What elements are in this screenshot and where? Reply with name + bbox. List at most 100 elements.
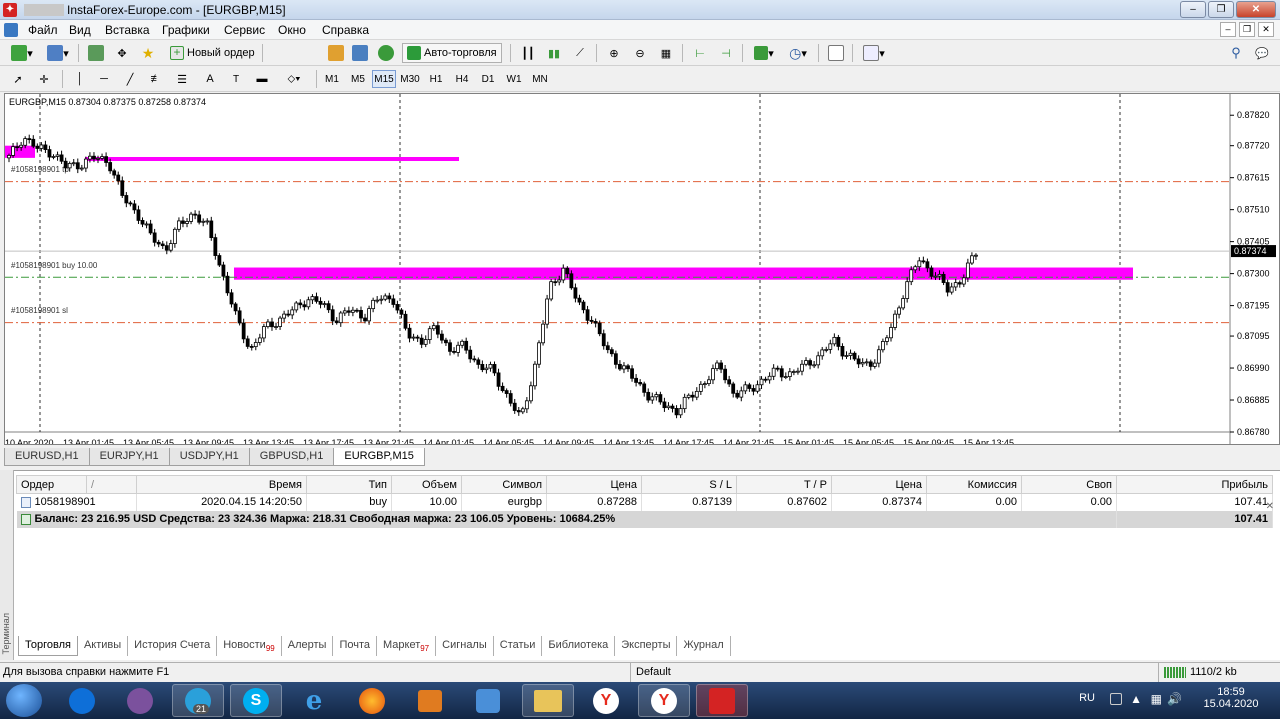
viber-icon[interactable] xyxy=(114,684,166,717)
tf-w1[interactable]: W1 xyxy=(502,70,526,88)
clock[interactable]: 18:59 15.04.2020 xyxy=(1196,686,1266,710)
menu-insert[interactable]: Вставка xyxy=(105,23,150,37)
candlestick-chart-icon[interactable]: ▮▮ xyxy=(544,44,564,62)
tab-journal[interactable]: Журнал xyxy=(677,636,731,656)
new-chart-icon[interactable]: ▾ xyxy=(8,44,36,62)
cursor-icon[interactable]: ➚ xyxy=(10,70,26,88)
col-type[interactable]: Тип xyxy=(306,475,392,494)
metatrader-icon[interactable] xyxy=(696,684,748,717)
text-label-icon[interactable]: T xyxy=(228,70,244,88)
tile-windows-icon[interactable]: ▦ xyxy=(656,44,676,62)
menu-help[interactable]: Справка xyxy=(322,23,369,37)
telegram-icon[interactable]: 21 xyxy=(172,684,224,717)
table-row[interactable]: 1058198901 2020.04.15 14:20:50 buy 10.00… xyxy=(16,493,1273,511)
keyboard-icon[interactable] xyxy=(1110,693,1122,705)
vertical-line-icon[interactable]: │ xyxy=(72,70,88,88)
col-current-price[interactable]: Цена xyxy=(831,475,927,494)
volume-app-icon[interactable] xyxy=(462,684,514,717)
col-order[interactable]: Ордер xyxy=(16,475,87,494)
col-time[interactable]: Время xyxy=(136,475,307,494)
mdi-restore-button[interactable]: ❐ xyxy=(1239,22,1255,37)
fibonacci-icon[interactable]: ☰ xyxy=(174,70,190,88)
shapes-icon[interactable]: ⬦▾ xyxy=(280,70,308,88)
maximize-button[interactable]: ❐ xyxy=(1208,1,1234,18)
tab-experts[interactable]: Эксперты xyxy=(615,636,678,656)
tab-usdjpy-h1[interactable]: USDJPY,H1 xyxy=(168,448,250,466)
horizontal-line-icon[interactable]: ─ xyxy=(96,70,112,88)
speaker-icon[interactable]: 🔊 xyxy=(1167,692,1182,706)
col-price[interactable]: Цена xyxy=(546,475,642,494)
network-icon[interactable]: ▦ xyxy=(1151,692,1162,706)
tab-account-history[interactable]: История Счета xyxy=(128,636,218,656)
chart-properties-icon[interactable]: ▾ xyxy=(860,44,888,62)
skype-icon[interactable]: S xyxy=(230,684,282,717)
text-tool[interactable]: A xyxy=(202,70,218,88)
tab-eurusd-h1[interactable]: EURUSD,H1 xyxy=(4,448,90,466)
profiles-icon[interactable]: ▾ xyxy=(44,44,72,62)
auto-scroll-icon[interactable]: ⊢ xyxy=(690,44,710,62)
teamviewer-icon[interactable] xyxy=(56,684,108,717)
tf-h4[interactable]: H4 xyxy=(450,70,474,88)
trendline-icon[interactable]: ╱ xyxy=(122,70,138,88)
mdi-minimize-button[interactable]: – xyxy=(1220,22,1236,37)
chart-canvas[interactable]: EURGBP,M15 0.87304 0.87375 0.87258 0.873… xyxy=(5,94,1279,444)
line-chart-icon[interactable]: ⟋ xyxy=(570,44,590,62)
menu-file[interactable]: Файл xyxy=(28,23,58,37)
col-commission[interactable]: Комиссия xyxy=(926,475,1022,494)
media-player-icon[interactable] xyxy=(404,684,456,717)
file-explorer-icon[interactable] xyxy=(522,684,574,717)
tab-alerts[interactable]: Алерты xyxy=(282,636,334,656)
minimize-button[interactable]: – xyxy=(1180,1,1206,18)
tab-assets[interactable]: Активы xyxy=(78,636,129,656)
chat-icon[interactable]: 💬 xyxy=(1252,44,1272,62)
menu-charts[interactable]: Графики xyxy=(162,23,210,37)
menu-service[interactable]: Сервис xyxy=(224,23,265,37)
market-watch-icon[interactable] xyxy=(86,44,106,62)
close-terminal-icon[interactable]: ✕ xyxy=(1266,501,1274,512)
zoom-in-icon[interactable]: ⊕ xyxy=(604,44,624,62)
price-chart[interactable]: EURGBP,M15 0.87304 0.87375 0.87258 0.873… xyxy=(4,93,1280,445)
tab-market[interactable]: Маркет97 xyxy=(377,636,437,656)
col-tp[interactable]: T / P xyxy=(736,475,832,494)
col-sl[interactable]: S / L xyxy=(641,475,737,494)
tf-m1[interactable]: M1 xyxy=(320,70,344,88)
bar-chart-icon[interactable]: ┃┃ xyxy=(518,44,538,62)
tf-h1[interactable]: H1 xyxy=(424,70,448,88)
zoom-out-icon[interactable]: ⊖ xyxy=(630,44,650,62)
tab-mailbox[interactable]: Почта xyxy=(333,636,377,656)
periods-icon[interactable]: ◷ ▾ xyxy=(784,44,812,62)
templates-icon[interactable] xyxy=(826,44,846,62)
data-window-icon[interactable]: ✥ xyxy=(112,44,132,62)
yandex-browser-open-icon[interactable]: Y xyxy=(638,684,690,717)
yandex-browser-icon[interactable]: Y xyxy=(580,684,632,717)
tab-news[interactable]: Новости99 xyxy=(217,636,282,656)
new-order-button[interactable]: + Новый ордер xyxy=(166,44,259,62)
tab-library[interactable]: Библиотека xyxy=(542,636,616,656)
tab-signals[interactable]: Сигналы xyxy=(436,636,494,656)
tab-trade[interactable]: Торговля xyxy=(18,636,78,656)
col-swap[interactable]: Своп xyxy=(1021,475,1117,494)
signals-icon[interactable] xyxy=(350,44,370,62)
rectangle-icon[interactable]: ▬ xyxy=(254,70,270,88)
app-icon[interactable]: ✦ xyxy=(3,3,17,17)
mdi-close-button[interactable]: ✕ xyxy=(1258,22,1274,37)
language-indicator[interactable]: RU xyxy=(1079,692,1095,704)
chart-window-icon[interactable] xyxy=(4,23,18,37)
equidistant-channel-icon[interactable]: ≢ xyxy=(148,70,164,88)
col-symbol[interactable]: Символ xyxy=(461,475,547,494)
tf-m5[interactable]: M5 xyxy=(346,70,370,88)
tf-m15[interactable]: M15 xyxy=(372,70,396,88)
search-icon[interactable]: ⚲ xyxy=(1226,44,1246,62)
tf-m30[interactable]: M30 xyxy=(398,70,422,88)
indicators-icon[interactable]: ▾ xyxy=(750,44,778,62)
tab-gbpusd-h1[interactable]: GBPUSD,H1 xyxy=(248,448,335,466)
internet-explorer-icon[interactable]: e xyxy=(288,684,340,717)
start-button[interactable] xyxy=(6,684,42,717)
tf-mn[interactable]: MN xyxy=(528,70,552,88)
sign-icon[interactable] xyxy=(326,44,346,62)
firefox-icon[interactable] xyxy=(346,684,398,717)
tab-articles[interactable]: Статьи xyxy=(494,636,543,656)
navigator-icon[interactable]: ★ xyxy=(138,44,158,62)
auto-trading-button[interactable]: Авто-торговля xyxy=(402,43,502,63)
tab-eurgbp-m15[interactable]: EURGBP,M15 xyxy=(333,448,425,466)
